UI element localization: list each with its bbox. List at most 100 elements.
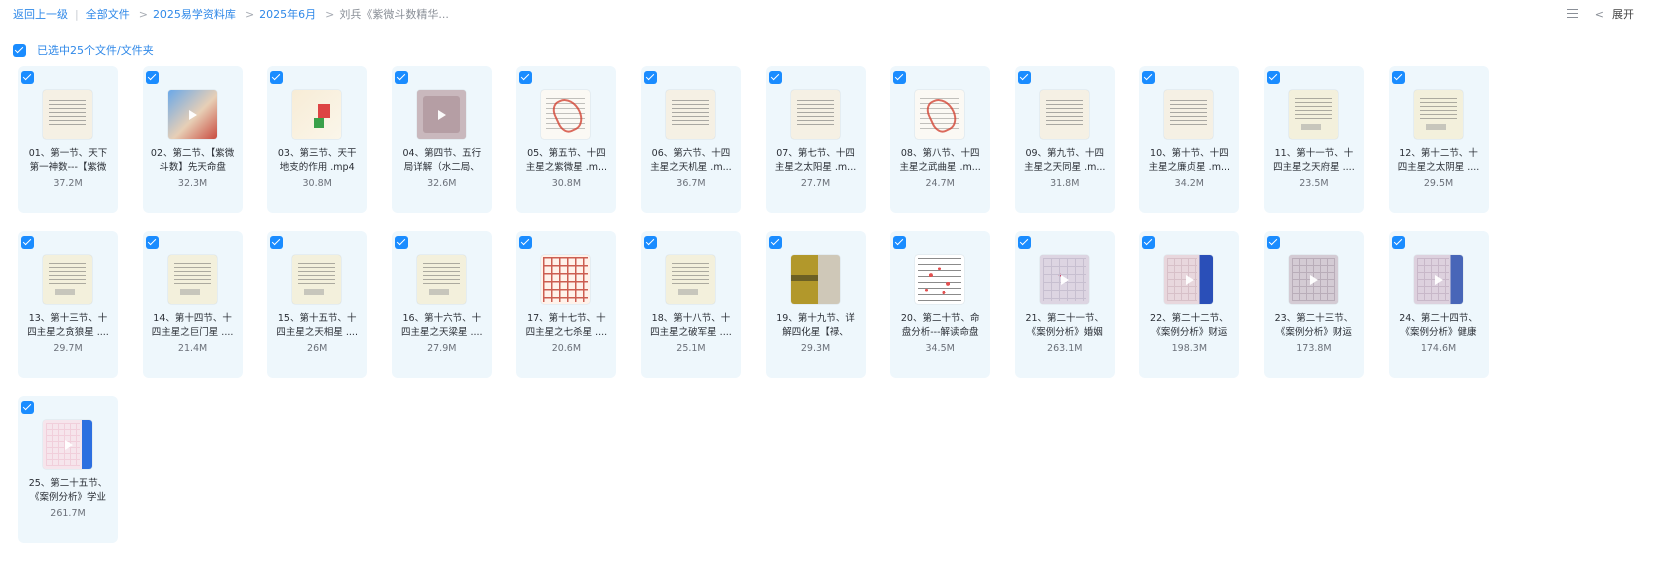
file-size: 29.7M xyxy=(53,343,83,354)
file-checkbox[interactable] xyxy=(21,401,34,414)
selection-bar: 已选中25个文件/文件夹 xyxy=(13,42,154,58)
breadcrumb-folder-month[interactable]: 2025年6月 xyxy=(259,6,316,22)
file-name: 02、第二节、【紫微斗数】先天命盘 xyxy=(150,148,235,173)
file-tile[interactable]: 16、第十六节、十四主星之天梁星 .... 27.9M xyxy=(391,231,492,378)
file-size: 31.8M xyxy=(1050,178,1080,189)
file-name: 25、第二十五节、《案例分析》学业 xyxy=(28,478,108,503)
file-thumbnail xyxy=(790,90,840,139)
file-tile[interactable]: 03、第三节、天干地支的作用 .mp4 30.8M xyxy=(267,66,368,213)
file-checkbox[interactable] xyxy=(768,236,782,249)
file-checkbox[interactable] xyxy=(1017,236,1031,249)
breadcrumb: 返回上一级 | 全部文件 > 2025易学资料库 > 2025年6月 > 刘兵《… xyxy=(13,6,449,22)
file-tile[interactable]: 05、第五节、十四主星之紫微星 .m... 30.8M xyxy=(516,66,617,213)
file-size: 34.5M xyxy=(925,343,955,354)
file-size: 29.5M xyxy=(1423,178,1454,189)
file-thumbnail xyxy=(1164,255,1214,304)
file-checkbox[interactable] xyxy=(519,236,533,249)
file-tile[interactable]: 09、第九节、十四主星之天同星 .m... 31.8M xyxy=(1014,66,1115,213)
file-tile[interactable]: 04、第四节、五行局详解（水二局、 32.6M xyxy=(391,66,492,213)
file-checkbox[interactable] xyxy=(1266,71,1280,84)
file-tile[interactable]: 11、第十一节、十四主星之天府星 .... 23.5M xyxy=(1263,66,1364,213)
file-name: 01、第一节、天下第一神数---【紫微 xyxy=(28,148,108,173)
file-tile[interactable]: 10、第十节、十四主星之廉贞星 .m... 34.2M xyxy=(1139,66,1240,213)
play-icon xyxy=(1185,274,1194,285)
file-checkbox[interactable] xyxy=(1017,71,1031,84)
breadcrumb-all-files[interactable]: 全部文件 xyxy=(86,6,130,22)
file-checkbox[interactable] xyxy=(643,71,657,84)
file-checkbox[interactable] xyxy=(768,71,782,84)
file-name: 13、第十三节、十四主星之贪狼星 .... xyxy=(27,313,109,338)
file-size: 26M xyxy=(307,343,328,354)
file-tile[interactable]: 22、第二十二节、《案例分析》财运 198.3M xyxy=(1139,231,1240,378)
file-checkbox[interactable] xyxy=(1391,236,1405,249)
play-icon xyxy=(1310,274,1319,285)
file-name: 21、第二十一节、《案例分析》婚姻 xyxy=(1025,313,1105,338)
file-tile[interactable]: 14、第十四节、十四主星之巨门星 .... 21.4M xyxy=(142,231,243,378)
file-checkbox[interactable] xyxy=(1266,236,1280,249)
chevron-left-icon[interactable]: < xyxy=(1595,8,1604,21)
file-tile[interactable]: 02、第二节、【紫微斗数】先天命盘 32.3M xyxy=(142,66,243,213)
file-size: 20.6M xyxy=(551,343,582,354)
file-name: 24、第二十四节、《案例分析》健康 xyxy=(1399,313,1478,338)
list-view-icon[interactable] xyxy=(1566,8,1579,20)
file-tile[interactable]: 17、第十七节、十四主星之七杀星 .... 20.6M xyxy=(516,231,617,378)
file-checkbox[interactable] xyxy=(270,71,284,84)
file-tile[interactable]: 23、第二十三节、《案例分析》财运 173.8M xyxy=(1263,231,1364,378)
file-thumbnail xyxy=(541,90,591,139)
file-checkbox[interactable] xyxy=(394,71,408,84)
file-thumbnail xyxy=(1288,255,1338,304)
file-checkbox[interactable] xyxy=(893,71,907,84)
file-tile[interactable]: 01、第一节、天下第一神数---【紫微 37.2M xyxy=(18,66,118,213)
file-checkbox[interactable] xyxy=(1391,71,1405,84)
select-all-checkbox[interactable] xyxy=(13,43,26,57)
file-tile[interactable]: 12、第十二节、十四主星之太阴星 .... 29.5M xyxy=(1388,66,1489,213)
file-checkbox[interactable] xyxy=(21,236,34,249)
file-thumbnail xyxy=(43,90,92,139)
file-checkbox[interactable] xyxy=(21,71,34,84)
play-icon xyxy=(1435,274,1444,285)
file-tile[interactable]: 24、第二十四节、《案例分析》健康 174.6M xyxy=(1388,231,1489,378)
file-tile[interactable]: 18、第十八节、十四主星之破军星 .... 25.1M xyxy=(640,231,741,378)
file-tile[interactable]: 08、第八节、十四主星之武曲星 .m... 24.7M xyxy=(890,66,991,213)
file-name: 03、第三节、天干地支的作用 .mp4 xyxy=(277,148,357,173)
file-checkbox[interactable] xyxy=(270,236,284,249)
file-thumbnail xyxy=(167,255,217,304)
file-thumbnail xyxy=(1288,90,1338,139)
back-link[interactable]: 返回上一级 xyxy=(13,6,68,22)
file-checkbox[interactable] xyxy=(643,236,657,249)
file-tile[interactable]: 07、第七节、十四主星之太阳星 .m... 27.7M xyxy=(765,66,866,213)
file-name: 20、第二十节、命盘分析---解读命盘 xyxy=(900,313,980,338)
file-tile[interactable]: 21、第二十一节、《案例分析》婚姻 263.1M xyxy=(1014,231,1115,378)
file-name: 08、第八节、十四主星之武曲星 .m... xyxy=(899,148,981,173)
breadcrumb-current-folder: 刘兵《紫微斗数精华... xyxy=(339,8,449,21)
file-tile[interactable]: 20、第二十节、命盘分析---解读命盘 34.5M xyxy=(890,231,991,378)
breadcrumb-folder-library[interactable]: 2025易学资料库 xyxy=(153,6,236,22)
file-tile[interactable]: 13、第十三节、十四主星之贪狼星 .... 29.7M xyxy=(18,231,118,378)
file-checkbox[interactable] xyxy=(1142,236,1156,249)
file-name: 14、第十四节、十四主星之巨门星 .... xyxy=(151,313,234,338)
file-thumbnail xyxy=(1413,90,1463,139)
file-tile[interactable]: 15、第十五节、十四主星之天相星 .... 26M xyxy=(267,231,368,378)
view-controls: < 展开 xyxy=(1566,6,1634,22)
chevron-right-icon: > xyxy=(244,7,255,21)
file-size: 29.3M xyxy=(800,343,831,354)
file-name: 19、第十九节、详解四化星【禄、 xyxy=(776,313,855,338)
file-name: 16、第十六节、十四主星之天梁星 .... xyxy=(400,313,483,338)
file-tile[interactable]: 19、第十九节、详解四化星【禄、 29.3M xyxy=(765,231,866,378)
file-checkbox[interactable] xyxy=(145,71,159,84)
file-checkbox[interactable] xyxy=(145,236,159,249)
file-checkbox[interactable] xyxy=(1142,71,1156,84)
file-thumbnail xyxy=(665,90,715,139)
file-thumbnail xyxy=(1413,255,1463,304)
file-checkbox[interactable] xyxy=(893,236,907,249)
file-thumbnail xyxy=(43,255,92,304)
file-checkbox[interactable] xyxy=(519,71,533,84)
file-size: 21.4M xyxy=(177,343,208,354)
file-checkbox[interactable] xyxy=(394,236,408,249)
file-tile[interactable]: 06、第六节、十四主星之天机星 .m... 36.7M xyxy=(640,66,741,213)
file-name: 15、第十五节、十四主星之天相星 .... xyxy=(276,313,358,338)
file-tile[interactable]: 25、第二十五节、《案例分析》学业 261.7M xyxy=(18,396,118,543)
file-size: 261.7M xyxy=(50,508,86,519)
expand-button[interactable]: 展开 xyxy=(1612,6,1634,22)
file-thumbnail xyxy=(43,420,92,469)
